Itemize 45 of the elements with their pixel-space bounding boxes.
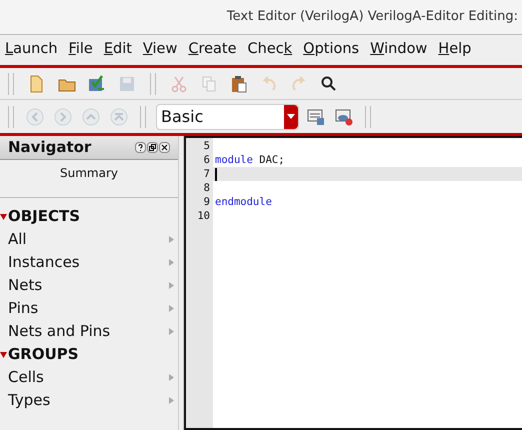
window-title: Text Editor (VerilogA) VerilogA-Editor Editing: [226, 8, 519, 26]
navigator-item[interactable]: All [0, 228, 178, 251]
line-number: 5 [202, 139, 211, 153]
navigator-item[interactable]: Nets [0, 274, 178, 297]
menu-item[interactable]: Help [438, 39, 472, 61]
line-number: 6 [202, 153, 211, 167]
line-number: 9 [202, 195, 211, 209]
navigator-item[interactable]: Pins [0, 297, 178, 320]
navigator-item[interactable]: Types [0, 389, 178, 412]
text-cursor [215, 168, 217, 180]
submenu-arrow-icon [169, 397, 174, 404]
navigator-item[interactable]: Cells [0, 366, 178, 389]
menu-item[interactable]: File [68, 39, 93, 61]
close-icon[interactable] [159, 142, 170, 153]
submenu-arrow-icon [169, 236, 174, 243]
code-line: endmodule [215, 195, 272, 209]
menu-item[interactable]: Check [248, 39, 292, 61]
summary-label: Summary [60, 165, 118, 182]
submenu-arrow-icon [169, 374, 174, 381]
menu-item[interactable]: Window [370, 39, 428, 61]
code-editor[interactable]: 5 6 7 8 9 10 module DAC; endmodule [184, 136, 522, 430]
menu-item[interactable]: View [142, 39, 178, 61]
caret-icon [284, 104, 298, 128]
style-dropdown[interactable]: Basic [156, 104, 299, 130]
line-number: 7 [202, 167, 211, 181]
section-header[interactable]: GROUPS [8, 343, 79, 366]
float-icon[interactable] [147, 142, 158, 153]
expanded-arrow-icon[interactable] [0, 352, 7, 358]
submenu-arrow-icon [169, 259, 174, 266]
menu-item[interactable]: Edit [104, 39, 132, 61]
line-number: 8 [202, 181, 211, 195]
menu-item[interactable]: Launch [5, 39, 58, 61]
panel-title: Navigator [8, 137, 92, 158]
submenu-arrow-icon [169, 328, 174, 335]
submenu-arrow-icon [169, 282, 174, 289]
line-number: 10 [196, 209, 211, 223]
menu-item[interactable]: Create [188, 39, 237, 61]
menu-item[interactable]: Options [303, 39, 360, 61]
navigator-item[interactable]: Nets and Pins [0, 320, 178, 343]
section-header[interactable]: OBJECTS [8, 205, 80, 228]
submenu-arrow-icon [169, 305, 174, 312]
help-icon[interactable] [135, 142, 146, 153]
expanded-arrow-icon[interactable] [0, 214, 7, 220]
navigator-item[interactable]: Instances [0, 251, 178, 274]
code-line: module DAC; [215, 153, 285, 167]
